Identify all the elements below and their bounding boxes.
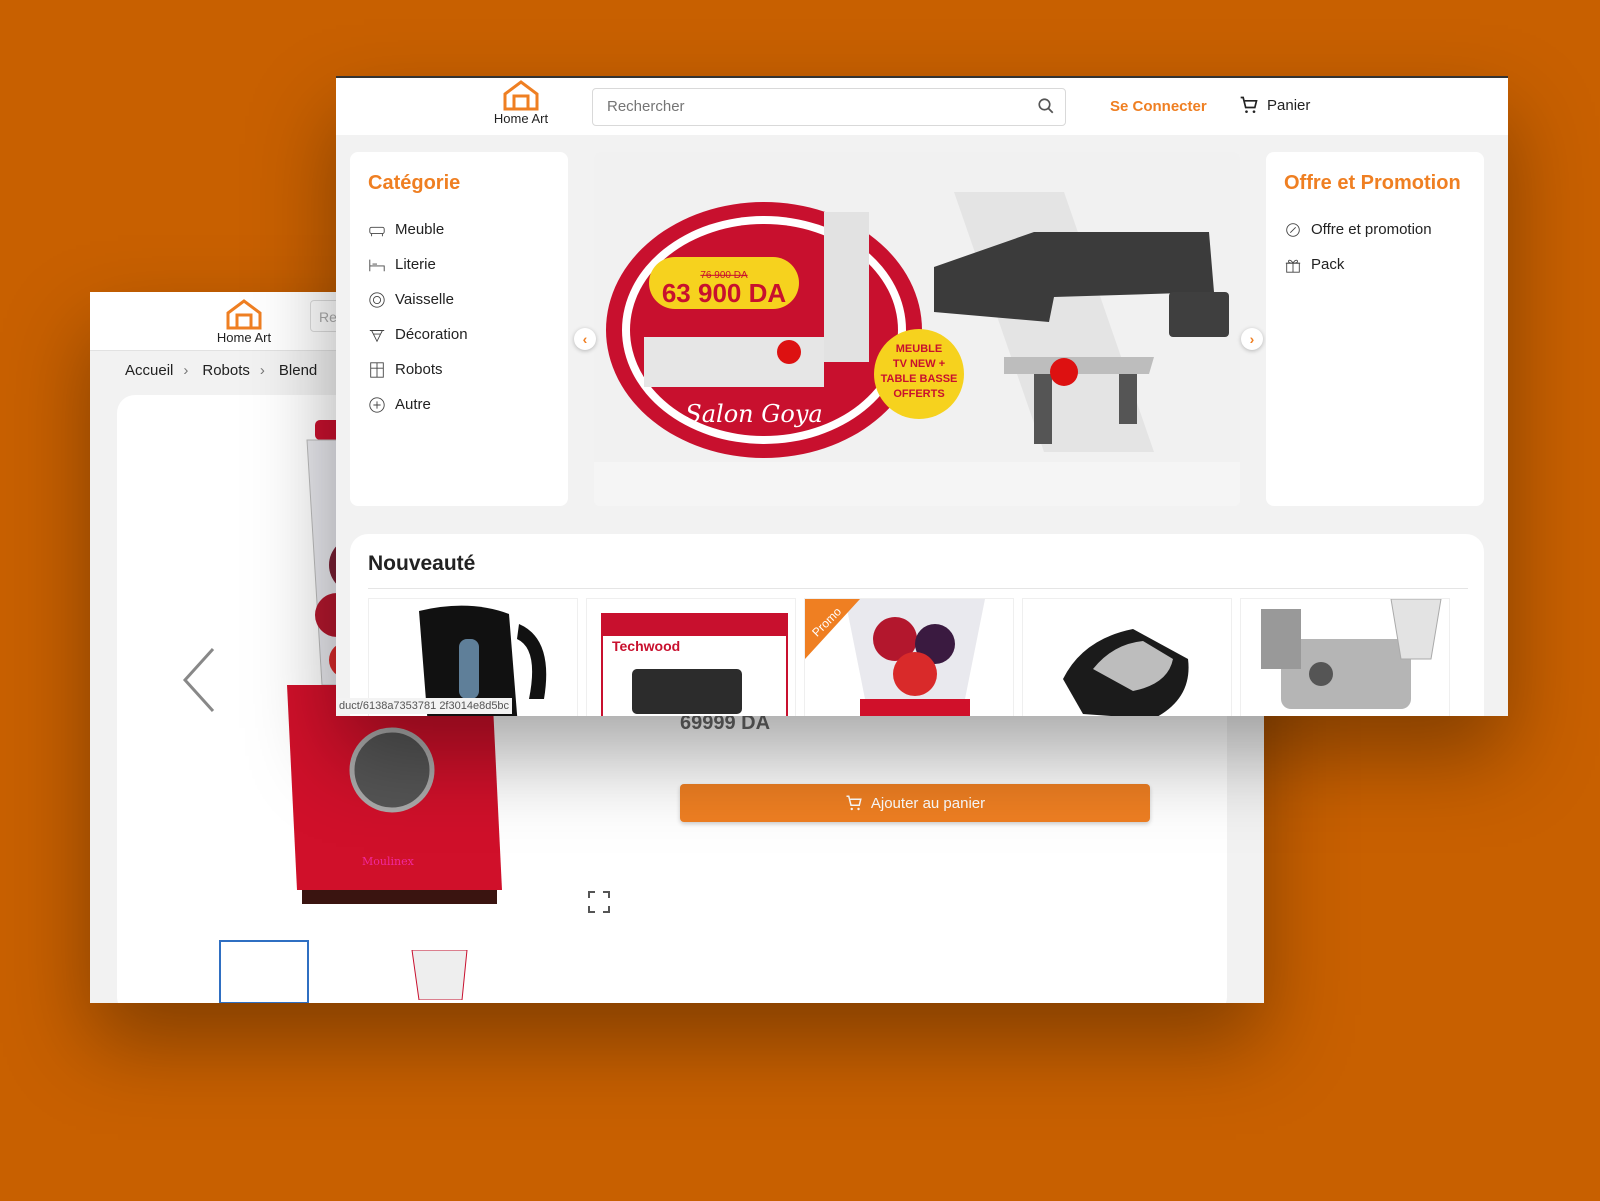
product-card-grill[interactable]: Techwood — [586, 598, 796, 716]
svg-text:Moulinex: Moulinex — [362, 855, 415, 868]
banner-offer-line-1: MEUBLE — [896, 343, 942, 355]
banner-price: 63 900 DA — [662, 278, 787, 308]
search-input[interactable] — [605, 97, 1009, 116]
house-logo-icon — [503, 80, 539, 111]
search-icon[interactable] — [1037, 97, 1055, 115]
meat-grinder-image — [1261, 599, 1442, 709]
login-link[interactable]: Se Connecter — [1110, 98, 1207, 115]
banner-product-name: Salon Goya — [685, 400, 822, 428]
category-title: Catégorie — [368, 172, 461, 194]
logo-text: Home Art — [493, 111, 549, 126]
promo-banner[interactable]: 76 900 DA 63 900 DA Salon Goya MEUBLE TV… — [594, 152, 1240, 506]
new-products-section: Nouveauté Techwood Promo — [350, 534, 1484, 716]
category-label: Meuble — [395, 221, 445, 238]
category-item-meuble[interactable]: Meuble — [368, 212, 468, 247]
discount-icon — [1286, 222, 1300, 237]
new-products-title: Nouveauté — [368, 552, 476, 575]
breadcrumb-home[interactable]: Accueil — [125, 362, 173, 379]
search-bar — [592, 88, 1066, 126]
offers-card: Offre et Promotion Offre et promotion Pa… — [1266, 152, 1484, 506]
decoration-icon — [369, 329, 385, 342]
category-label: Décoration — [395, 326, 468, 343]
category-label: Vaisselle — [395, 291, 454, 308]
status-url-tooltip: duct/6138a7353781 2f3014e8d5bc — [336, 698, 513, 714]
banner-next-button[interactable]: › — [1241, 328, 1263, 350]
banner-footer — [594, 462, 1240, 506]
plus-circle-icon — [369, 396, 385, 413]
category-item-literie[interactable]: Literie — [368, 247, 468, 282]
techwood-grill-image: Techwood — [601, 613, 788, 716]
breadcrumb-current: Blend — [278, 362, 318, 379]
product-card-sandwich-maker[interactable] — [1022, 598, 1232, 716]
product-card-blender[interactable]: Promo — [804, 598, 1014, 716]
cart-link[interactable]: Panier — [1239, 95, 1310, 115]
breadcrumb-robots[interactable]: Robots — [202, 362, 250, 379]
chevron-left-icon[interactable] — [179, 645, 219, 715]
header: Home Art Se Connecter Panier — [336, 76, 1508, 135]
product-card-meat-grinder[interactable] — [1240, 598, 1450, 716]
cart-icon — [1240, 96, 1258, 113]
chevron-right-icon: › — [183, 362, 189, 379]
bed-icon — [369, 259, 385, 271]
offers-list: Offre et promotion Pack — [1284, 212, 1432, 282]
appliance-icon — [370, 361, 384, 378]
banner-offer-line-3: TABLE BASSE — [881, 373, 958, 385]
category-item-vaisselle[interactable]: Vaisselle — [368, 282, 468, 317]
sofa-icon — [369, 226, 385, 236]
gift-icon — [1285, 259, 1301, 273]
fullscreen-icon[interactable] — [587, 890, 611, 914]
category-item-decoration[interactable]: Décoration — [368, 317, 468, 352]
add-to-cart-button[interactable]: Ajouter au panier — [680, 784, 1150, 822]
logo[interactable]: Home Art — [200, 298, 288, 345]
logo[interactable]: Home Art — [481, 79, 561, 126]
category-label: Autre — [395, 396, 431, 413]
offers-label: Offre et promotion — [1311, 221, 1432, 238]
sandwich-maker-image — [1063, 629, 1189, 716]
breadcrumb: Accueil › Robots › Blend — [125, 362, 327, 379]
home-page-window: Home Art Se Connecter Panier Catégorie M… — [336, 76, 1508, 716]
chevron-right-icon: › — [259, 362, 265, 379]
add-to-cart-label: Ajouter au panier — [870, 794, 986, 812]
search-placeholder: Re — [319, 309, 337, 325]
category-list: Meuble Literie Vaisselle Décoration Robo… — [368, 212, 468, 422]
offers-label: Pack — [1311, 256, 1345, 273]
chevron-left-icon: ‹ — [582, 331, 588, 347]
logo-text: Home Art — [216, 330, 272, 345]
banner-image-salon-goya: 76 900 DA 63 900 DA Salon Goya MEUBLE TV… — [594, 152, 1240, 462]
banner-prev-button[interactable]: ‹ — [574, 328, 596, 350]
divider — [368, 588, 1468, 589]
thumbnail-1[interactable] — [219, 940, 309, 1003]
grill-brand: Techwood — [612, 638, 680, 654]
thumbnail-2[interactable] — [407, 949, 477, 1001]
thumbnail-blender-image — [411, 949, 468, 1001]
offers-item-pack[interactable]: Pack — [1284, 247, 1432, 282]
category-label: Robots — [395, 361, 443, 378]
chevron-right-icon: › — [1249, 331, 1255, 347]
category-label: Literie — [395, 256, 436, 273]
banner-offer-line-4: OFFERTS — [893, 388, 944, 400]
plate-icon — [369, 291, 385, 308]
offers-item-promotion[interactable]: Offre et promotion — [1284, 212, 1432, 247]
cart-plus-icon — [846, 795, 862, 811]
category-item-autre[interactable]: Autre — [368, 387, 468, 422]
cart-label: Panier — [1267, 96, 1311, 114]
banner-offer-line-2: TV NEW + — [893, 358, 945, 370]
offers-title: Offre et Promotion — [1284, 172, 1461, 194]
category-item-robots[interactable]: Robots — [368, 352, 468, 387]
category-card: Catégorie Meuble Literie Vaisselle Décor… — [350, 152, 568, 506]
house-logo-icon — [226, 299, 262, 330]
